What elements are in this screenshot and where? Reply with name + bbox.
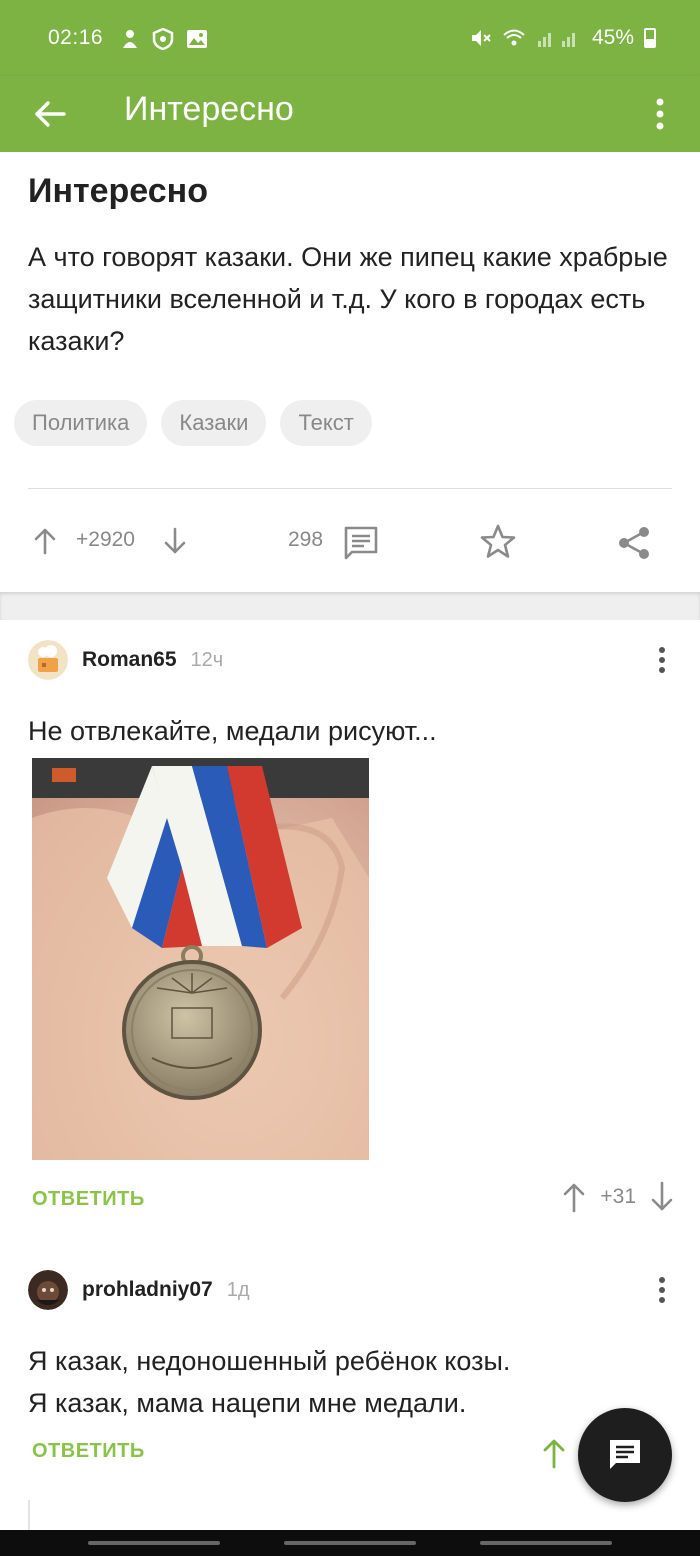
comment-header: Roman65 12ч [28, 640, 223, 680]
post-card: Интересно А что говорят казаки. Они же п… [0, 152, 700, 592]
nav-hint [88, 1541, 220, 1545]
comment-text-line: Я казак, недоношенный ребёнок козы. [28, 1346, 511, 1376]
arrow-up-icon[interactable] [30, 526, 60, 556]
status-time: 02:16 [48, 26, 104, 49]
comment-icon[interactable] [342, 524, 380, 562]
section-gap [0, 592, 700, 620]
status-notification-icons [120, 28, 208, 50]
notification-icon [123, 30, 137, 48]
comment-text: Не отвлекайте, медали рисуют... [28, 716, 437, 746]
signal-icon [537, 33, 575, 47]
arrow-down-icon[interactable] [648, 1180, 676, 1214]
nav-hint [480, 1541, 612, 1545]
back-arrow-icon[interactable] [28, 92, 72, 136]
app-bar: Интересно [0, 76, 700, 152]
tag-text[interactable]: Текст [280, 400, 372, 446]
status-bar: 02:16 45% [0, 0, 700, 76]
arrow-down-icon[interactable] [160, 526, 190, 556]
image-icon [187, 30, 207, 48]
comment-votes: +31 [560, 1180, 676, 1214]
comment-time: 1д [226, 1278, 250, 1301]
status-system-icons: 45% [470, 26, 656, 50]
new-comment-fab[interactable] [578, 1408, 672, 1502]
app-bar-title: Интересно [124, 90, 294, 128]
more-vert-icon[interactable] [650, 1274, 674, 1306]
post-rating: +2920 [76, 528, 135, 551]
comment-image-medal[interactable] [32, 758, 369, 1160]
battery-percent: 45% [591, 26, 634, 49]
share-icon[interactable] [616, 524, 654, 562]
comments-count: 298 [288, 528, 324, 551]
tag-politics[interactable]: Политика [14, 400, 148, 446]
comment-text-line: Я казак, мама нацепи мне медали. [28, 1388, 467, 1418]
tag-list: Политика Казаки Текст [14, 400, 372, 446]
mute-icon [471, 30, 491, 46]
avatar[interactable] [28, 1270, 68, 1310]
comment-time: 12ч [190, 648, 224, 671]
star-icon[interactable] [478, 522, 518, 562]
arrow-up-icon[interactable] [560, 1180, 588, 1214]
wifi-icon [503, 29, 525, 46]
tag-cossacks[interactable]: Казаки [161, 400, 267, 446]
post-actions: +2920 298 [0, 512, 700, 572]
nav-hint [284, 1541, 416, 1545]
arrow-up-icon[interactable] [540, 1436, 568, 1470]
comment-username[interactable]: prohladniy07 [82, 1278, 213, 1302]
battery-icon [644, 28, 656, 48]
avatar[interactable] [28, 640, 68, 680]
system-nav-bar [0, 1530, 700, 1556]
post-title: Интересно [28, 172, 208, 210]
comment-header: prohladniy07 1д [28, 1270, 250, 1310]
comment-username[interactable]: Roman65 [82, 648, 177, 672]
message-icon [610, 1440, 640, 1469]
more-vert-icon[interactable] [650, 644, 674, 676]
shield-icon [152, 28, 174, 50]
post-divider [28, 488, 672, 489]
more-vert-icon[interactable] [642, 92, 678, 136]
comment-rating: +31 [600, 1185, 636, 1208]
reply-button[interactable]: ОТВЕТИТЬ [32, 1188, 145, 1211]
post-body: А что говорят казаки. Они же пипец какие… [28, 242, 668, 356]
reply-button[interactable]: ОТВЕТИТЬ [32, 1440, 145, 1463]
